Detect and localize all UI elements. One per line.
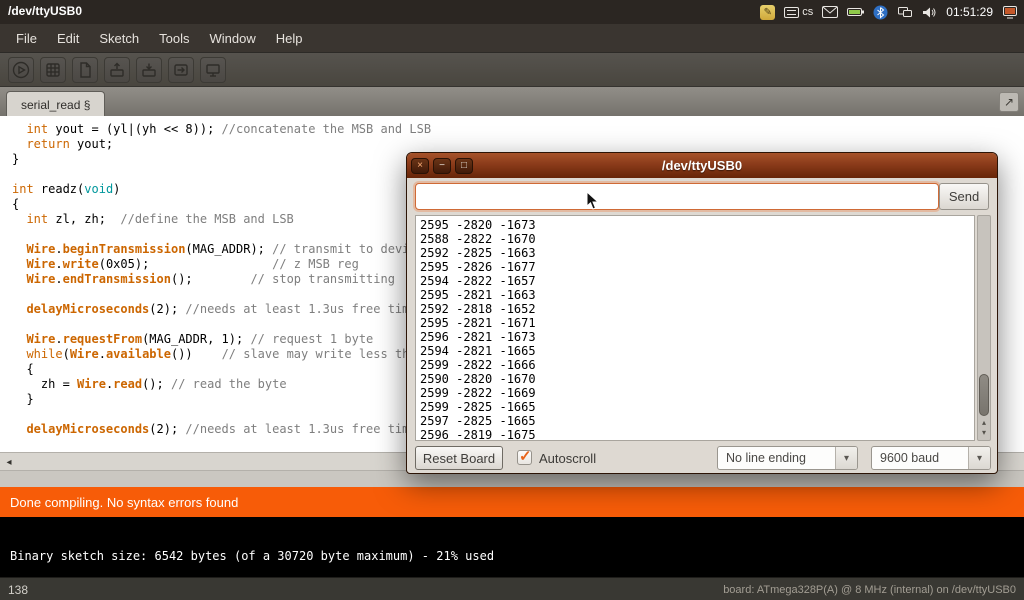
compile-status-bar: Done compiling. No syntax errors found — [0, 487, 1024, 517]
window-title: /dev/ttyUSB0 — [407, 158, 997, 173]
new-file-icon — [76, 61, 94, 79]
stop-button[interactable] — [40, 57, 66, 83]
verify-button[interactable] — [8, 57, 34, 83]
keyboard-layout-indicator[interactable]: cs — [784, 0, 813, 24]
new-sketch-button[interactable] — [72, 57, 98, 83]
new-tab-button[interactable]: ↗ — [999, 92, 1019, 112]
serial-line: 2590 -2820 -1670 — [420, 372, 970, 386]
serial-line: 2599 -2822 -1669 — [420, 386, 970, 400]
serial-line: 2592 -2825 -1663 — [420, 246, 970, 260]
mail-icon[interactable] — [822, 0, 838, 24]
serial-scrollbar[interactable]: ▴▾ — [977, 215, 991, 441]
chevron-down-icon[interactable]: ▾ — [968, 447, 990, 469]
open-icon — [108, 61, 126, 79]
serial-monitor-icon — [204, 61, 222, 79]
scrollbar-steppers[interactable]: ▴▾ — [978, 416, 990, 440]
session-icon[interactable] — [1002, 0, 1018, 24]
serial-output: 2595 -2820 -16732588 -2822 -16702592 -28… — [415, 215, 975, 441]
baud-rate-value: 9600 baud — [872, 451, 968, 465]
menu-edit[interactable]: Edit — [47, 26, 89, 51]
autoscroll-label: Autoscroll — [539, 451, 596, 466]
open-button[interactable] — [104, 57, 130, 83]
reset-board-button[interactable]: Reset Board — [415, 446, 503, 470]
check-icon: ✓ — [519, 447, 532, 465]
tab-serial-read[interactable]: serial_read § — [6, 91, 105, 117]
keyboard-layout-label: cs — [802, 6, 813, 18]
tab-label: serial_read § — [21, 98, 90, 112]
line-number: 138 — [8, 583, 28, 597]
stop-icon — [44, 61, 62, 79]
save-icon — [140, 61, 158, 79]
serial-line: 2595 -2821 -1671 — [420, 316, 970, 330]
minimize-icon: − — [439, 161, 445, 171]
close-icon: × — [417, 161, 423, 171]
panel-window-title: /dev/ttyUSB0 — [8, 4, 82, 18]
scroll-left-arrow-icon[interactable]: ◂ — [2, 455, 16, 469]
system-tray: ✎ cs 01:51:29 — [760, 0, 1022, 24]
keyboard-icon — [784, 7, 799, 18]
note-pencil-icon[interactable]: ✎ — [760, 5, 775, 20]
network-icon[interactable] — [897, 0, 913, 24]
code-line: return yout; — [12, 137, 1024, 152]
top-panel: /dev/ttyUSB0 ✎ cs 01:51:29 — [0, 0, 1024, 24]
serial-line: 2599 -2822 -1666 — [420, 358, 970, 372]
close-button[interactable]: × — [411, 158, 429, 174]
volume-icon[interactable] — [922, 0, 937, 24]
menu-window[interactable]: Window — [199, 26, 265, 51]
code-line: int yout = (yl|(yh << 8)); //concatenate… — [12, 122, 1024, 137]
serial-line: 2596 -2821 -1673 — [420, 330, 970, 344]
serial-monitor-button[interactable] — [200, 57, 226, 83]
upload-icon — [172, 61, 190, 79]
serial-line: 2594 -2822 -1657 — [420, 274, 970, 288]
maximize-icon: □ — [461, 161, 467, 171]
menu-help[interactable]: Help — [266, 26, 313, 51]
menu-sketch[interactable]: Sketch — [89, 26, 149, 51]
toolbar — [0, 52, 1024, 86]
clock[interactable]: 01:51:29 — [946, 0, 993, 24]
serial-line: 2597 -2825 -1665 — [420, 414, 970, 428]
tab-bar: serial_read § ↗ — [0, 86, 1024, 116]
verify-icon — [12, 61, 30, 79]
line-ending-dropdown[interactable]: No line ending ▾ — [717, 446, 858, 470]
serial-line: 2588 -2822 -1670 — [420, 232, 970, 246]
send-button[interactable]: Send — [939, 183, 989, 210]
autoscroll-checkbox[interactable]: ✓ — [517, 450, 532, 465]
console-text: Binary sketch size: 6542 bytes (of a 307… — [10, 549, 494, 563]
serial-line: 2595 -2821 -1663 — [420, 288, 970, 302]
serial-line: 2599 -2825 -1665 — [420, 400, 970, 414]
arrow-up-right-icon: ↗ — [1004, 95, 1014, 109]
menu-tools[interactable]: Tools — [149, 26, 199, 51]
board-info: board: ATmega328P(A) @ 8 MHz (internal) … — [723, 584, 1016, 596]
scroll-up-icon: ▴ — [982, 418, 986, 428]
menubar-items: FileEditSketchToolsWindowHelp — [0, 24, 1024, 52]
upload-button[interactable] — [168, 57, 194, 83]
minimize-button[interactable]: − — [433, 158, 451, 174]
console-output: Binary sketch size: 6542 bytes (of a 307… — [0, 517, 1024, 577]
save-button[interactable] — [136, 57, 162, 83]
bluetooth-icon[interactable] — [873, 0, 888, 24]
battery-icon[interactable] — [847, 0, 864, 24]
serial-line: 2595 -2826 -1677 — [420, 260, 970, 274]
line-ending-value: No line ending — [718, 451, 835, 465]
serial-line: 2592 -2818 -1652 — [420, 302, 970, 316]
serial-line: 2596 -2819 -1675 — [420, 428, 970, 441]
desktop: /dev/ttyUSB0 ✎ cs 01:51:29 — [0, 0, 1024, 600]
compile-message: Done compiling. No syntax errors found — [10, 495, 238, 510]
serial-input[interactable] — [415, 183, 939, 210]
serial-line: 2594 -2821 -1665 — [420, 344, 970, 358]
serial-monitor-window: × − □ /dev/ttyUSB0 Send 2595 -2820 -1673… — [406, 152, 998, 474]
menu-file[interactable]: File — [6, 26, 47, 51]
serial-line: 2595 -2820 -1673 — [420, 218, 970, 232]
chevron-down-icon[interactable]: ▾ — [835, 447, 857, 469]
scroll-down-icon: ▾ — [982, 428, 986, 438]
mouse-cursor — [586, 191, 600, 211]
maximize-button[interactable]: □ — [455, 158, 473, 174]
scrollbar-thumb[interactable] — [979, 374, 989, 416]
baud-rate-dropdown[interactable]: 9600 baud ▾ — [871, 446, 991, 470]
window-titlebar[interactable]: × − □ /dev/ttyUSB0 — [407, 153, 997, 178]
status-bar: 138 board: ATmega328P(A) @ 8 MHz (intern… — [0, 577, 1024, 600]
